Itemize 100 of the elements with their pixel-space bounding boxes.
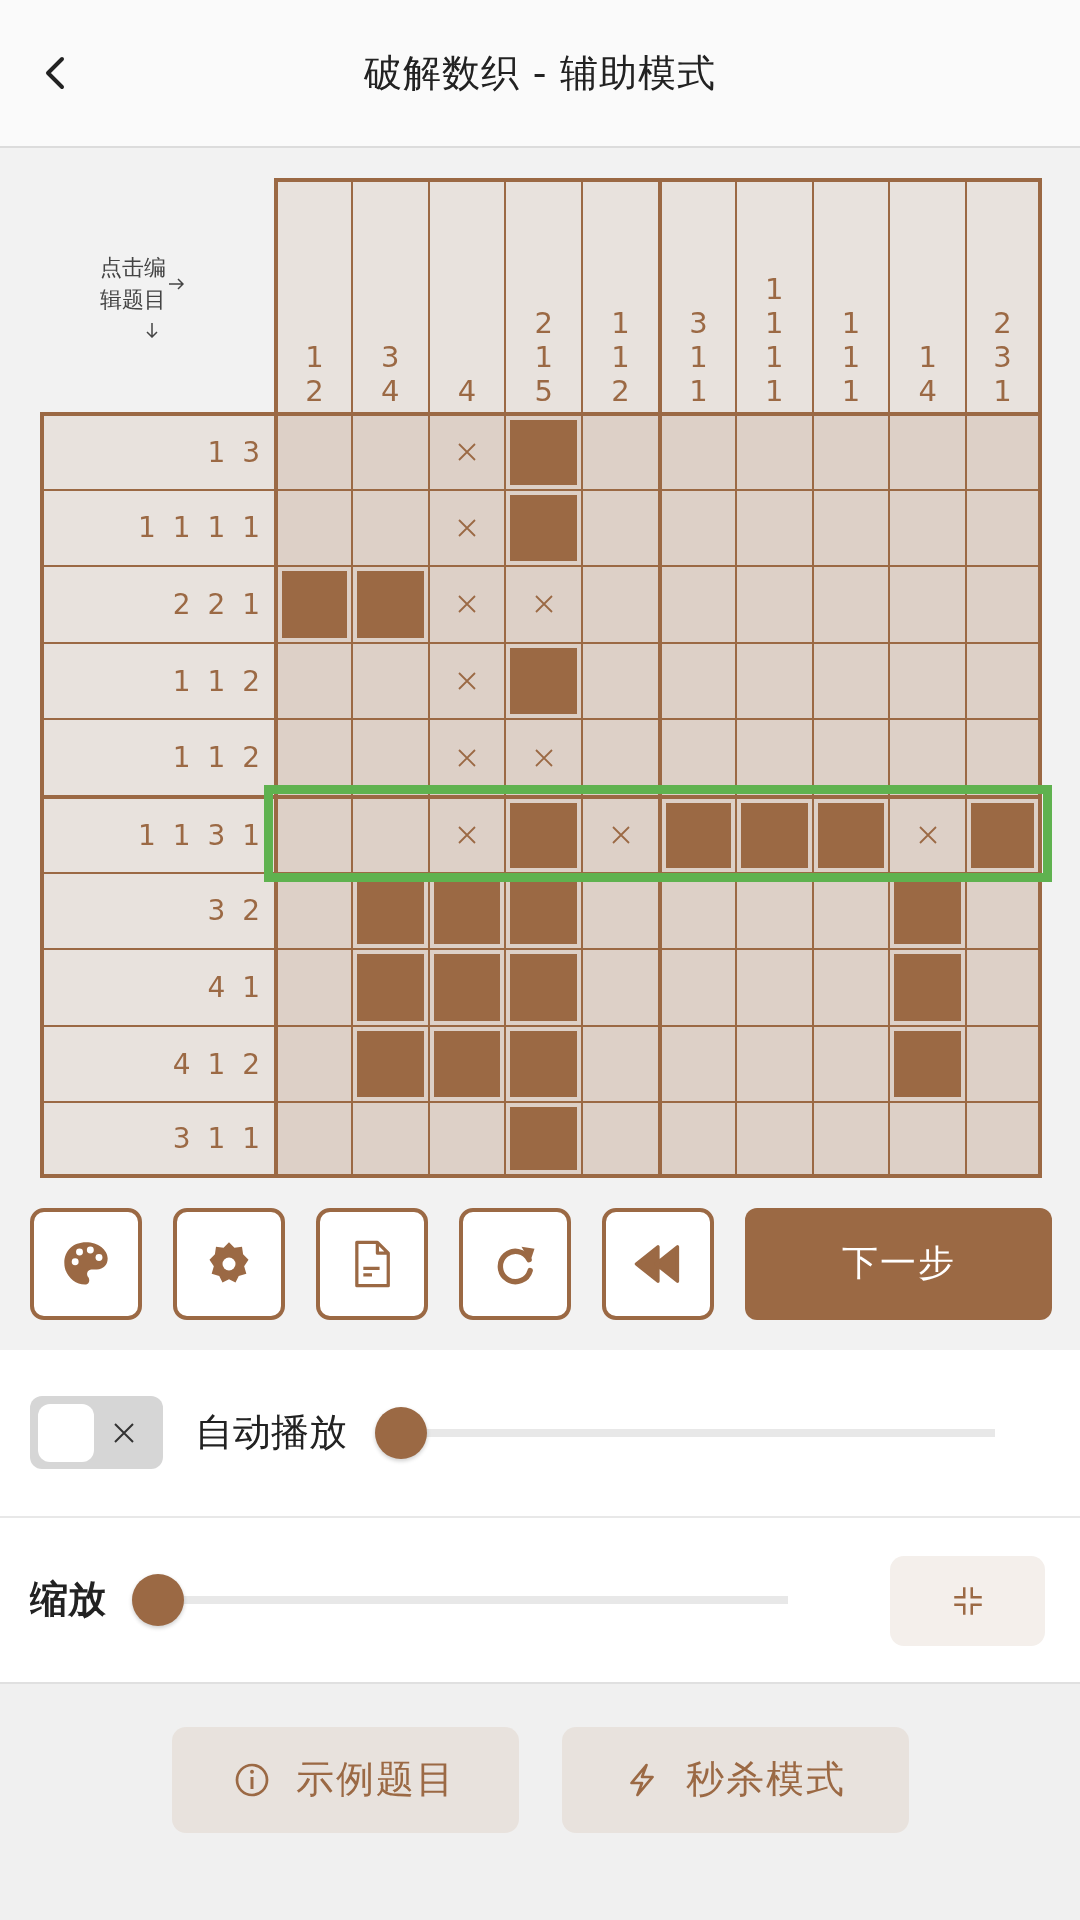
grid-cell[interactable] [888,412,966,489]
filled-cell[interactable] [350,1024,428,1102]
grid-cell[interactable] [427,1101,505,1178]
grid-cell[interactable] [581,412,658,489]
grid-cell[interactable] [274,1101,351,1178]
filled-cell[interactable] [811,794,889,872]
grid-cell[interactable] [734,948,812,1025]
filled-cell[interactable] [427,948,505,1025]
grid-cell[interactable] [658,1024,735,1102]
filled-cell[interactable] [734,794,812,872]
grid-cell[interactable] [965,948,1042,1025]
grid-cell[interactable] [581,641,658,719]
crossed-cell[interactable] [888,794,966,872]
column-clue[interactable]: 1 1 2 [581,178,658,412]
row-clue[interactable]: 1 3 [40,412,274,489]
grid-cell[interactable] [581,948,658,1025]
grid-cell[interactable] [965,1101,1042,1178]
grid-cell[interactable] [965,565,1042,642]
crossed-cell[interactable] [427,488,505,566]
grid-cell[interactable] [811,565,889,642]
grid-cell[interactable] [658,641,735,719]
grid-cell[interactable] [274,641,351,719]
palette-button[interactable] [30,1207,142,1320]
column-clue[interactable]: 4 [427,178,505,412]
crossed-cell[interactable] [504,565,582,642]
grid-cell[interactable] [811,1024,889,1102]
grid-cell[interactable] [581,565,658,642]
grid-cell[interactable] [350,488,428,566]
filled-cell[interactable] [504,1024,582,1102]
grid-cell[interactable] [350,412,428,489]
crossed-cell[interactable] [427,641,505,719]
grid-cell[interactable] [965,1024,1042,1102]
grid-cell[interactable] [274,412,351,489]
grid-cell[interactable] [811,641,889,719]
grid-cell[interactable] [734,1024,812,1102]
next-step-button[interactable]: 下一步 [745,1207,1052,1320]
zoom-slider-thumb[interactable] [132,1573,184,1626]
filled-cell[interactable] [504,794,582,872]
grid-cell[interactable] [888,641,966,719]
grid-cell[interactable] [734,1101,812,1178]
settings-button[interactable] [173,1207,285,1320]
column-clue[interactable]: 1 2 [274,178,351,412]
column-clue[interactable]: 1 1 1 [811,178,889,412]
grid-cell[interactable] [965,412,1042,489]
mode-button[interactable]: 秒杀模式 [561,1726,909,1833]
filled-cell[interactable] [427,1024,505,1102]
row-clue[interactable]: 4 1 [40,948,274,1025]
row-clue[interactable]: 3 1 1 [40,1101,274,1178]
grid-cell[interactable] [658,565,735,642]
column-clue[interactable]: 3 4 [350,178,428,412]
filled-cell[interactable] [504,488,582,566]
crossed-cell[interactable] [427,412,505,489]
grid-cell[interactable] [965,488,1042,566]
filled-cell[interactable] [888,948,966,1025]
grid-cell[interactable] [811,412,889,489]
filled-cell[interactable] [350,565,428,642]
crossed-cell[interactable] [427,794,505,872]
grid-cell[interactable] [274,718,351,795]
grid-cell[interactable] [274,948,351,1025]
row-clue[interactable]: 1 1 2 [40,641,274,719]
grid-cell[interactable] [658,488,735,566]
column-clue[interactable]: 1 1 1 1 [734,178,812,412]
grid-cell[interactable] [274,1024,351,1102]
grid-cell[interactable] [350,641,428,719]
grid-cell[interactable] [274,488,351,566]
grid-cell[interactable] [350,794,428,872]
filled-cell[interactable] [965,794,1042,872]
column-clue[interactable]: 3 1 1 [658,178,735,412]
grid-cell[interactable] [734,488,812,566]
speed-slider-thumb[interactable] [375,1406,427,1459]
grid-cell[interactable] [274,794,351,872]
row-clue[interactable]: 1 1 1 1 [40,488,274,566]
grid-cell[interactable] [811,488,889,566]
grid-cell[interactable] [581,1024,658,1102]
document-button[interactable] [316,1207,428,1320]
column-clue[interactable]: 1 4 [888,178,966,412]
filled-cell[interactable] [274,565,351,642]
filled-cell[interactable] [504,1101,582,1178]
grid-cell[interactable] [658,718,735,795]
grid-cell[interactable] [658,412,735,489]
crossed-cell[interactable] [427,565,505,642]
grid-cell[interactable] [581,1101,658,1178]
grid-cell[interactable] [888,488,966,566]
filled-cell[interactable] [350,948,428,1025]
row-clue[interactable]: 4 1 2 [40,1024,274,1102]
autoplay-toggle[interactable] [30,1396,163,1470]
grid-cell[interactable] [581,488,658,566]
mode-button[interactable]: 示例题目 [171,1726,519,1833]
grid-cell[interactable] [734,641,812,719]
filled-cell[interactable] [888,1024,966,1102]
grid-cell[interactable] [811,1101,889,1178]
filled-cell[interactable] [504,948,582,1025]
filled-cell[interactable] [504,641,582,719]
crossed-cell[interactable] [581,794,658,872]
grid-cell[interactable] [350,1101,428,1178]
column-clue[interactable]: 2 3 1 [965,178,1042,412]
grid-cell[interactable] [734,412,812,489]
column-clue[interactable]: 2 1 5 [504,178,582,412]
grid-cell[interactable] [658,1101,735,1178]
row-clue[interactable]: 1 1 2 [40,718,274,795]
